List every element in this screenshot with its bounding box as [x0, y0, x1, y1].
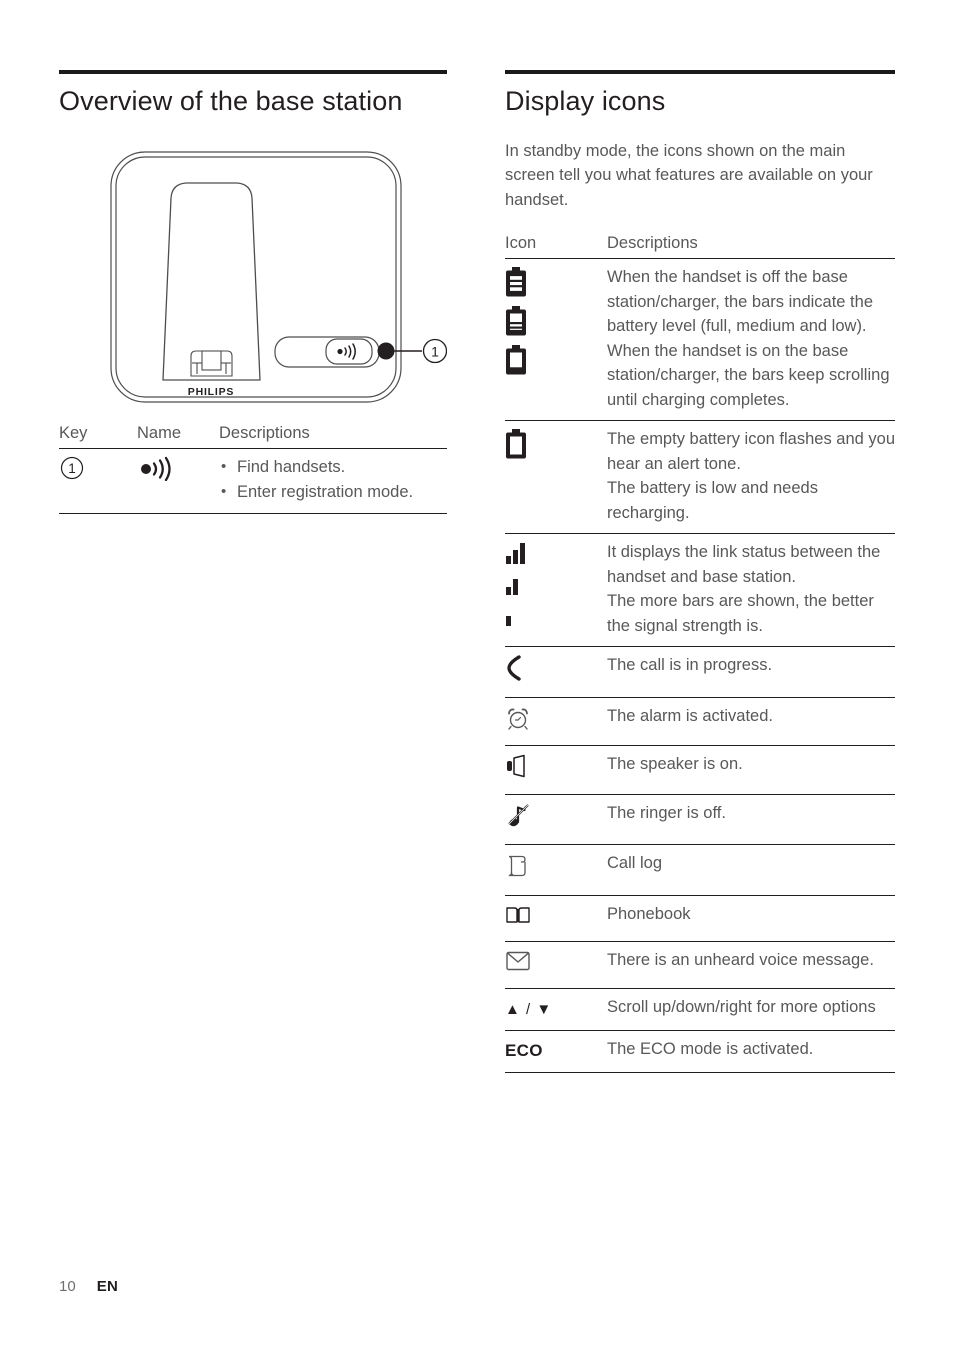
- key-table: Key Name Descriptions 1 • Find handsets.…: [59, 422, 447, 514]
- page-title-overview: Overview of the base station: [59, 86, 403, 116]
- description-cell: The ECO mode is activated.: [607, 1040, 814, 1059]
- battery-medium-icon: [506, 306, 526, 336]
- intro-paragraph: In standby mode, the icons shown on the …: [505, 141, 873, 209]
- battery-full-icon: [506, 267, 526, 297]
- alarm-clock-icon: [508, 708, 528, 730]
- eco-text-icon: ECO: [505, 1041, 543, 1061]
- icon-cell: [505, 647, 607, 698]
- icon-table-header-descriptions: Descriptions: [607, 234, 698, 253]
- descriptions-cell: Find handsets. Enter registration mode.: [219, 448, 447, 513]
- heading-rule-left: [59, 70, 447, 74]
- icon-cell: ▲ / ▼: [505, 988, 607, 1031]
- table-row: The alarm is activated.: [505, 697, 895, 746]
- description-cell: The alarm is activated.: [607, 706, 773, 725]
- callout-number-1: 1: [431, 343, 439, 359]
- list-item: Find handsets.: [219, 454, 447, 480]
- icon-cell: [505, 534, 607, 647]
- name-cell-paging: [137, 448, 219, 513]
- description-cell: Call log: [607, 854, 663, 873]
- ringer-off-icon: [508, 803, 529, 826]
- table-row: 1 • Find handsets. • Enter registration …: [59, 448, 447, 514]
- description-cell: There is an unheard voice message.: [607, 951, 874, 970]
- icon-table-header-row: Icon Descriptions: [505, 232, 895, 259]
- icon-cell: [505, 259, 607, 421]
- icon-cell: [505, 746, 607, 795]
- description-cell: Scroll up/down/right for more options: [607, 997, 876, 1016]
- base-station-illustration: PHILIPS 1: [59, 142, 447, 422]
- paging-wave-icon: [141, 456, 171, 481]
- table-row: The call is in progress.: [505, 647, 895, 698]
- voice-message-icon: [506, 951, 530, 971]
- icon-cell: [505, 895, 607, 942]
- signal-3-bars-icon: [506, 543, 525, 565]
- description-cell: Phonebook: [607, 904, 691, 923]
- list-item: Enter registration mode.: [219, 479, 447, 505]
- call-log-icon: [508, 856, 526, 877]
- table-row: There is an unheard voice message.: [505, 942, 895, 989]
- signal-1-bar-icon: [506, 616, 511, 627]
- left-column: Overview of the base station PHILIPS 1 K…: [59, 70, 447, 514]
- manual-page: Overview of the base station PHILIPS 1 K…: [0, 0, 954, 1350]
- icon-cell: [505, 794, 607, 845]
- page-footer: 10 EN: [59, 1278, 118, 1295]
- signal-icon-stack: [505, 542, 607, 627]
- icon-cell: [505, 421, 607, 534]
- language-code: EN: [96, 1278, 119, 1295]
- scroll-arrows-icon: ▲ / ▼: [505, 1000, 553, 1018]
- key-table-header-name: Name: [137, 423, 182, 442]
- icon-cell: [505, 942, 607, 989]
- callout-circle-1-icon: 1: [60, 456, 84, 479]
- description-cell: The call is in progress.: [607, 656, 773, 675]
- table-row: When the handset is off the base station…: [505, 259, 895, 421]
- speaker-on-icon: [507, 754, 525, 778]
- heading-rule-right: [505, 70, 895, 74]
- signal-2-bars-icon: [506, 579, 518, 596]
- description-cell: When the handset is off the base station…: [607, 268, 890, 409]
- svg-text:PHILIPS: PHILIPS: [188, 386, 234, 398]
- key-table-header-key: Key: [59, 423, 88, 442]
- right-column: Display icons In standby mode, the icons…: [505, 70, 895, 1073]
- display-icons-table: Icon Descriptions When the handset is of…: [505, 232, 895, 1073]
- table-row: Phonebook: [505, 895, 895, 942]
- key-cell-number: 1: [68, 461, 76, 476]
- table-row: The ringer is off.: [505, 794, 895, 845]
- description-cell: It displays the link status between the …: [607, 543, 881, 635]
- battery-low-icon: [506, 345, 526, 375]
- key-cell-1: 1: [59, 448, 137, 513]
- table-row: ECO The ECO mode is activated.: [505, 1031, 895, 1073]
- page-number: 10: [59, 1278, 76, 1295]
- page-title-display-icons: Display icons: [505, 86, 666, 116]
- battery-empty-icon: [506, 429, 526, 459]
- icon-cell: [505, 845, 607, 896]
- table-row: Call log: [505, 845, 895, 896]
- call-in-progress-icon: [507, 655, 521, 681]
- table-row: ▲ / ▼ Scroll up/down/right for more opti…: [505, 988, 895, 1031]
- table-row: The speaker is on.: [505, 746, 895, 795]
- battery-icon-stack: [505, 267, 607, 375]
- icon-cell: ECO: [505, 1031, 607, 1073]
- table-row: It displays the link status between the …: [505, 534, 895, 647]
- icon-cell: [505, 697, 607, 746]
- descriptions-list: Find handsets. Enter registration mode.: [219, 454, 447, 505]
- description-cell: The ringer is off.: [607, 803, 726, 822]
- description-cell: The speaker is on.: [607, 755, 743, 774]
- phonebook-icon: [506, 906, 530, 923]
- icon-table-header-icon: Icon: [505, 234, 537, 253]
- key-table-header-descriptions: Descriptions: [219, 423, 310, 442]
- description-cell: The empty battery icon flashes and you h…: [607, 430, 895, 522]
- key-table-header-row: Key Name Descriptions: [59, 422, 447, 449]
- table-row: The empty battery icon flashes and you h…: [505, 421, 895, 534]
